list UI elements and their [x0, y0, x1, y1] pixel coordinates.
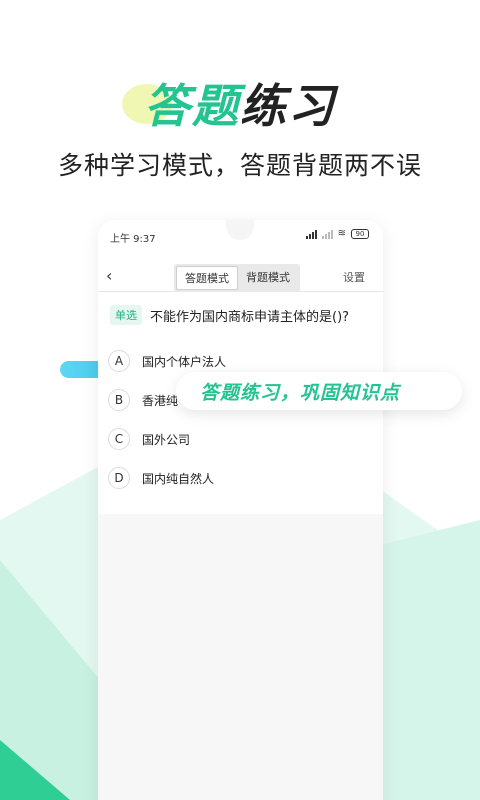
phone-mockup: 上午 9:37 ≋ 90 ‹ 答题模式 背题模式 设置 单选 不能作为国内商标申…	[98, 220, 383, 800]
option-letter: B	[108, 389, 130, 411]
option-text: 国外公司	[142, 432, 191, 447]
battery-icon: 90	[351, 229, 369, 239]
feature-callout: 答题练习，巩固知识点	[176, 372, 462, 410]
option-letter: C	[108, 428, 130, 450]
promo-subtitle: 多种学习模式，答题背题两不误	[57, 151, 422, 180]
promo-title-rest: 练习	[240, 79, 336, 133]
tab-recite-mode[interactable]: 背题模式	[238, 266, 298, 290]
option-c[interactable]: C 国外公司	[108, 428, 190, 450]
question: 单选 不能作为国内商标申请主体的是()?	[110, 305, 349, 325]
promo-title: 答题练习	[122, 70, 336, 136]
question-type-badge: 单选	[110, 305, 142, 325]
option-letter: D	[108, 467, 130, 489]
tab-answer-mode[interactable]: 答题模式	[176, 266, 238, 290]
option-d[interactable]: D 国内纯自然人	[108, 467, 214, 489]
option-letter: A	[108, 350, 130, 372]
signal-icon-secondary	[321, 229, 333, 239]
promo-header: 答题练习 多种学习模式，答题背题两不误	[0, 70, 480, 182]
option-b[interactable]: B 香港纯	[108, 389, 178, 411]
option-a[interactable]: A 国内个体户法人	[108, 350, 226, 372]
option-text: 国内个体户法人	[142, 354, 227, 369]
option-text: 香港纯	[142, 393, 179, 408]
wifi-icon: ≋	[337, 228, 346, 239]
mode-switch: 答题模式 背题模式	[174, 264, 300, 292]
signal-icon	[305, 229, 317, 239]
chevron-left-icon[interactable]: ‹	[106, 266, 112, 285]
status-time: 上午 9:37	[110, 234, 156, 245]
promo-title-accent: 答题	[144, 79, 240, 133]
option-text: 国内纯自然人	[142, 471, 215, 486]
question-text: 不能作为国内商标申请主体的是()?	[150, 309, 350, 325]
quiz-nav-bar: ‹ 答题模式 背题模式 设置	[98, 262, 383, 292]
status-icons: ≋ 90	[305, 228, 369, 239]
settings-button[interactable]: 设置	[343, 269, 365, 285]
